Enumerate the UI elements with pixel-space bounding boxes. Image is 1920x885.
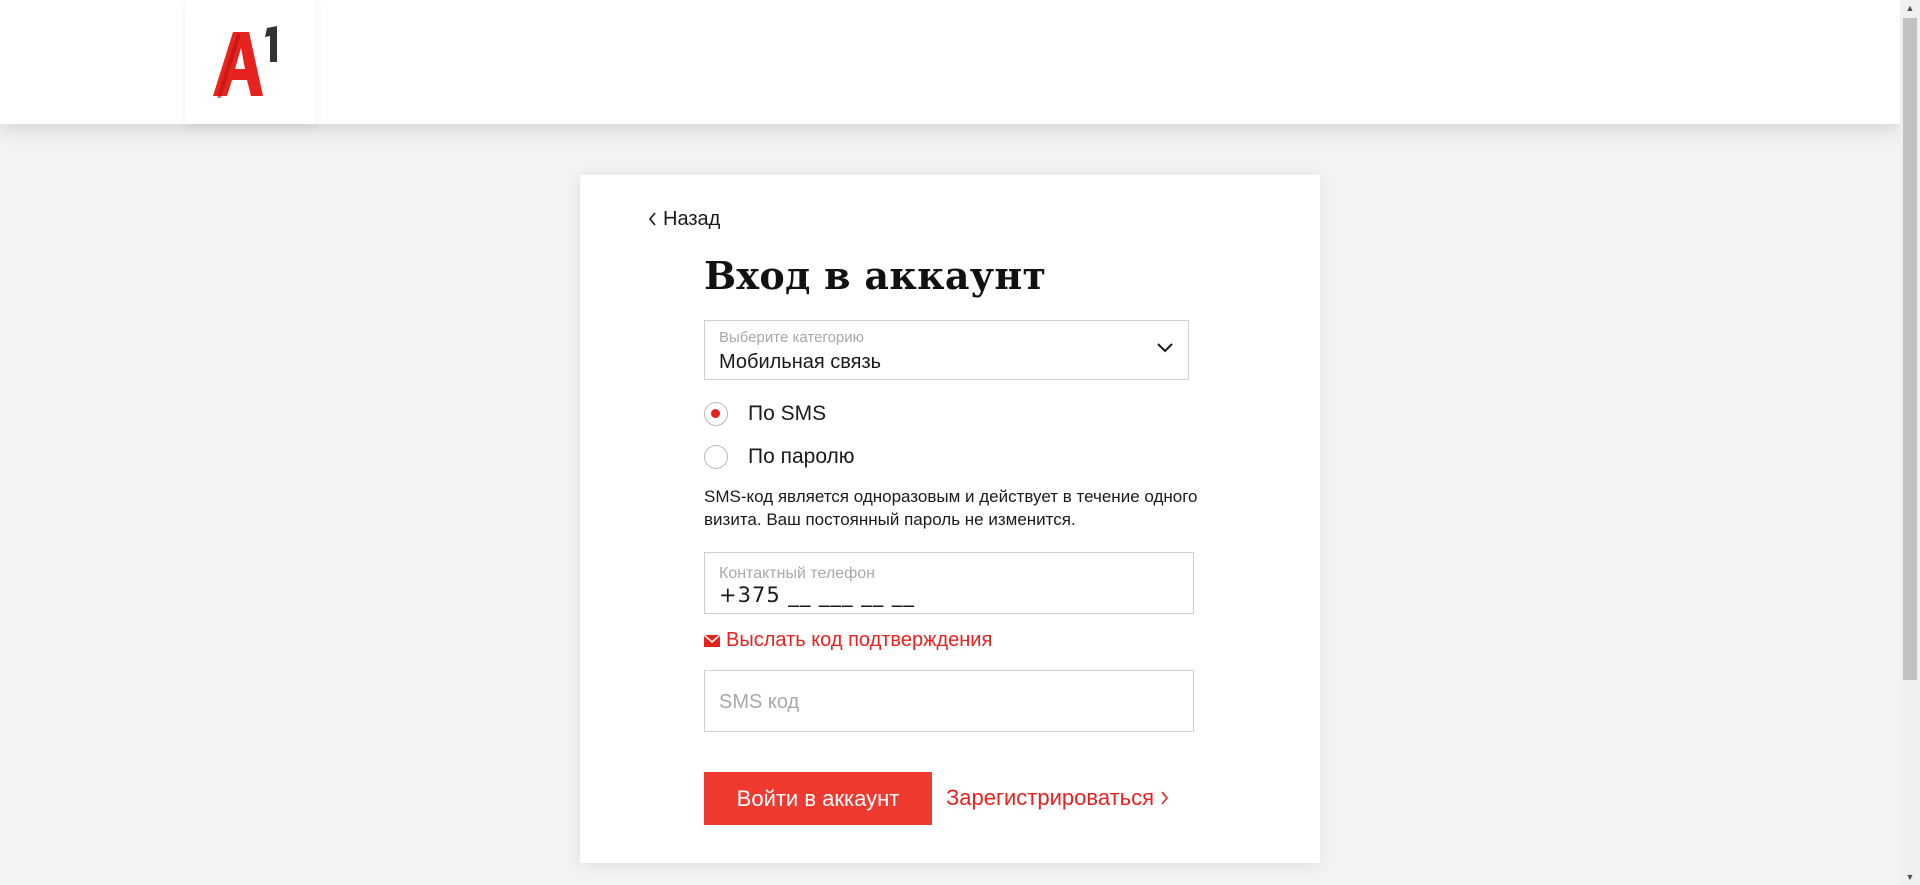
send-code-label: Выслать код подтверждения bbox=[726, 629, 993, 651]
phone-field-label: Контактный телефон bbox=[719, 565, 875, 582]
chevron-right-icon bbox=[1161, 791, 1169, 805]
scroll-down-arrow-icon[interactable]: ▼ bbox=[1900, 869, 1920, 885]
site-header bbox=[0, 0, 1900, 124]
radio-sms-label: По SMS bbox=[748, 402, 827, 425]
radio-sms[interactable] bbox=[704, 402, 728, 426]
login-button[interactable]: Войти в аккаунт bbox=[704, 772, 932, 825]
sms-info-text: SMS-код является одноразовым и действует… bbox=[704, 487, 1198, 529]
register-link[interactable]: Зарегистрироваться bbox=[946, 785, 1169, 811]
sms-code-input[interactable]: SMS код bbox=[704, 670, 1194, 732]
register-label: Зарегистрироваться bbox=[946, 785, 1155, 810]
radio-password[interactable] bbox=[704, 445, 728, 469]
category-select[interactable]: Выберите категорию Мобильная связь bbox=[704, 320, 1189, 380]
page-title: Вход в аккаунт bbox=[704, 253, 1047, 298]
category-select-value: Мобильная связь bbox=[719, 351, 882, 373]
chevron-down-icon bbox=[1157, 343, 1173, 353]
scroll-thumb[interactable] bbox=[1903, 18, 1917, 680]
radio-option-sms[interactable]: По SMS bbox=[704, 402, 826, 426]
back-label: Назад bbox=[663, 207, 721, 230]
login-card: Назад Вход в аккаунт Выберите категорию … bbox=[580, 175, 1320, 863]
sms-code-placeholder: SMS код bbox=[719, 691, 800, 713]
back-link[interactable]: Назад bbox=[648, 205, 720, 233]
scroll-up-arrow-icon[interactable]: ▲ bbox=[1900, 0, 1920, 16]
a1-logo-icon bbox=[213, 26, 277, 98]
radio-option-password[interactable]: По паролю bbox=[704, 445, 855, 469]
phone-field[interactable]: Контактный телефон +375 __ ___ __ __ bbox=[704, 552, 1194, 614]
radio-password-label: По паролю bbox=[748, 445, 855, 468]
send-code-link[interactable]: Выслать код подтверждения bbox=[704, 629, 992, 652]
scrollbar[interactable]: ▲ ▼ bbox=[1900, 0, 1920, 885]
envelope-icon bbox=[704, 634, 720, 647]
chevron-left-icon bbox=[648, 212, 656, 226]
category-select-label: Выберите категорию bbox=[719, 329, 864, 346]
a1-logo[interactable] bbox=[185, 0, 315, 124]
phone-field-value: +375 __ ___ __ __ bbox=[719, 583, 915, 607]
